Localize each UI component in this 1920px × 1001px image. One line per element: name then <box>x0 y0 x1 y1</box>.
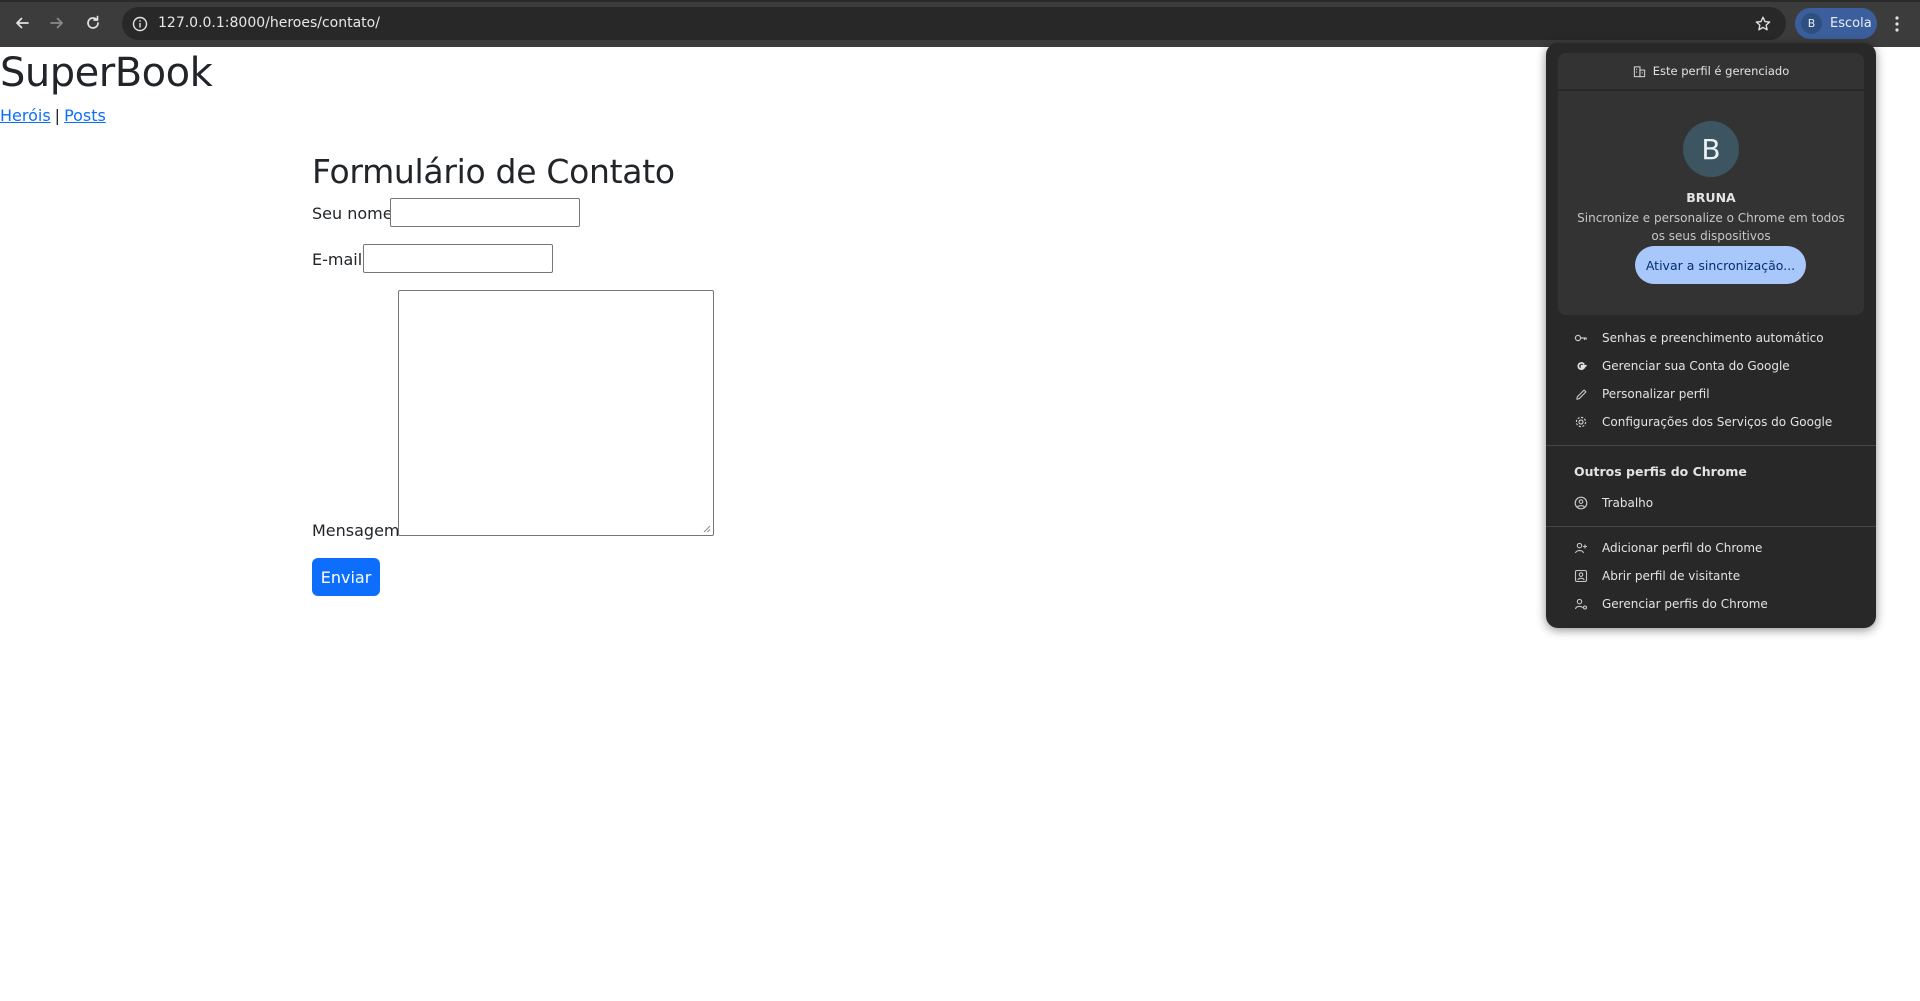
key-icon <box>1574 331 1588 345</box>
menu-item-google-account[interactable]: Gerenciar sua Conta do Google <box>1546 352 1876 380</box>
site-info-icon[interactable] <box>130 14 149 33</box>
menu-item-label: Configurações dos Serviços do Google <box>1602 415 1833 429</box>
building-icon <box>1633 65 1646 78</box>
back-button[interactable] <box>9 10 35 36</box>
managed-notice-text: Este perfil é gerenciado <box>1652 64 1790 78</box>
browser-menu-button[interactable] <box>1884 11 1910 37</box>
menu-item-label: Trabalho <box>1602 496 1654 510</box>
menu-item-profile-trabalho[interactable]: Trabalho <box>1546 489 1876 517</box>
address-bar[interactable]: 127.0.0.1:8000/heroes/contato/ <box>122 7 1786 40</box>
menu-item-manage-profiles[interactable]: Gerenciar perfis do Chrome <box>1546 590 1876 618</box>
profile-button[interactable]: B Escola <box>1795 8 1877 39</box>
tabstrip-edge <box>0 0 1920 2</box>
message-textarea[interactable] <box>398 290 714 536</box>
forward-button[interactable] <box>44 10 70 36</box>
arrow-right-icon <box>50 17 63 29</box>
reload-icon <box>87 15 99 29</box>
menu-item-label: Gerenciar perfis do Chrome <box>1602 597 1768 611</box>
bookmark-star-icon[interactable] <box>1752 13 1774 35</box>
add-person-icon <box>1574 541 1588 555</box>
name-input[interactable] <box>390 198 580 227</box>
guest-icon <box>1574 569 1588 583</box>
nav-separator: | <box>54 106 61 125</box>
menu-item-add-profile[interactable]: Adicionar perfil do Chrome <box>1546 534 1876 562</box>
menu-item-label: Gerenciar sua Conta do Google <box>1602 359 1790 373</box>
profile-menu-popup: Este perfil é gerenciado B BRUNA Sincron… <box>1546 43 1876 628</box>
email-input[interactable] <box>363 244 553 273</box>
menu-item-customize-profile[interactable]: Personalizar perfil <box>1546 380 1876 408</box>
sync-description: Sincronize e personalize o Chrome em tod… <box>1577 211 1845 243</box>
managed-notice[interactable]: Este perfil é gerenciado <box>1558 53 1864 89</box>
menu-item-guest-profile[interactable]: Abrir perfil de visitante <box>1546 562 1876 590</box>
gear-icon <box>1574 415 1588 429</box>
manage-profiles-icon <box>1574 597 1588 611</box>
nav-link-heroes[interactable]: Heróis <box>0 106 51 125</box>
email-label: E-mail: <box>312 250 368 269</box>
profile-card: B BRUNA Sincronize e personalize o Chrom… <box>1558 91 1864 315</box>
profile-chip-label: Escola <box>1830 16 1872 31</box>
url-text[interactable]: 127.0.0.1:8000/heroes/contato/ <box>158 15 380 31</box>
kebab-menu-icon <box>1895 16 1899 32</box>
submit-button[interactable]: Enviar <box>312 558 380 596</box>
name-label: Seu nome: <box>312 204 398 223</box>
menu-divider <box>1546 445 1876 446</box>
message-label: Mensagem: <box>312 521 405 540</box>
browser-toolbar: 127.0.0.1:8000/heroes/contato/ B Escola <box>0 0 1920 47</box>
person-circle-icon <box>1574 496 1588 510</box>
profile-avatar-large: B <box>1683 121 1739 177</box>
menu-item-label: Abrir perfil de visitante <box>1602 569 1741 583</box>
enable-sync-button[interactable]: Ativar a sincronização... <box>1635 246 1806 284</box>
menu-item-label: Senhas e preenchimento automático <box>1602 331 1824 345</box>
menu-item-google-services[interactable]: Configurações dos Serviços do Google <box>1546 408 1876 436</box>
profile-name: BRUNA <box>1686 190 1736 205</box>
site-title: SuperBook <box>0 50 213 96</box>
reload-button[interactable] <box>80 10 106 36</box>
profile-avatar: B <box>1801 13 1822 34</box>
menu-item-passwords[interactable]: Senhas e preenchimento automático <box>1546 324 1876 352</box>
pencil-icon <box>1574 387 1588 401</box>
nav-link-posts[interactable]: Posts <box>64 106 106 125</box>
arrow-left-icon <box>16 17 29 29</box>
other-profiles-title: Outros perfis do Chrome <box>1574 464 1747 479</box>
menu-item-label: Adicionar perfil do Chrome <box>1602 541 1763 555</box>
site-nav: Heróis | Posts <box>0 106 106 125</box>
menu-divider <box>1546 526 1876 527</box>
google-icon <box>1574 359 1588 373</box>
form-title: Formulário de Contato <box>312 152 675 191</box>
resize-handle-icon[interactable] <box>703 525 711 533</box>
menu-item-label: Personalizar perfil <box>1602 387 1710 401</box>
